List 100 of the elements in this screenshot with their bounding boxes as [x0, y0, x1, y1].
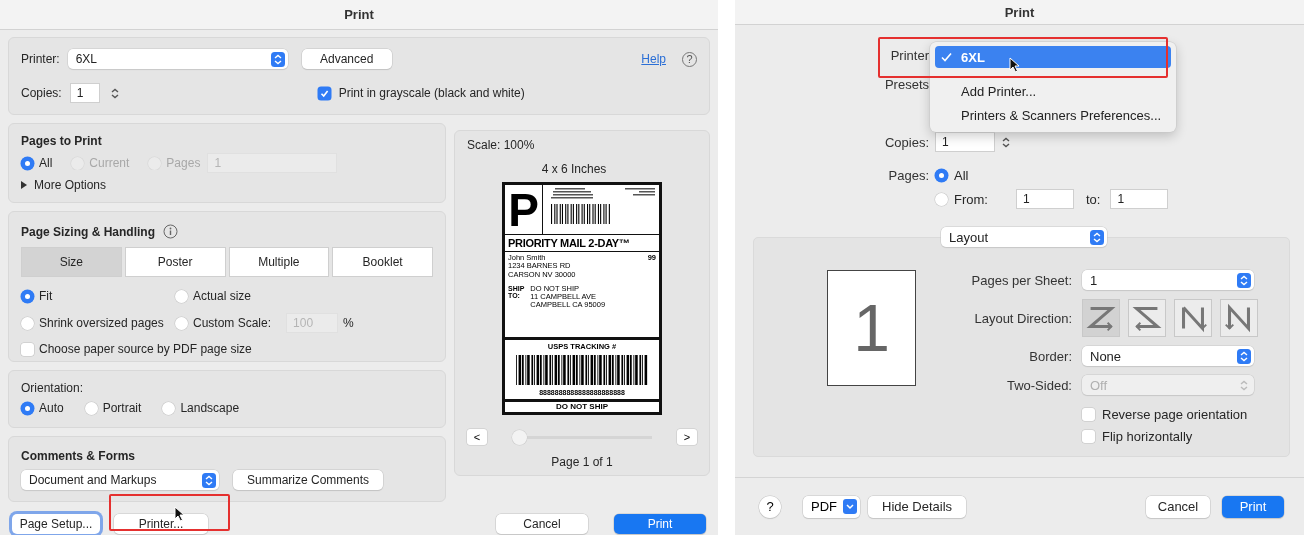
- layout-direction-button[interactable]: [1082, 299, 1120, 337]
- two-sided-label: Two-Sided:: [1005, 377, 1072, 393]
- copies-label: Copies:: [21, 86, 62, 100]
- paper-size-label: 4 x 6 Inches: [541, 162, 607, 176]
- scale-label: Scale: 100%: [467, 138, 535, 152]
- section-select[interactable]: Layout: [941, 227, 1107, 247]
- checkbox[interactable]: [1082, 408, 1095, 421]
- menu-item[interactable]: Printers & Scanners Preferences...: [935, 104, 1171, 126]
- radio-button[interactable]: [175, 289, 188, 303]
- slider-thumb[interactable]: [512, 429, 527, 445]
- layout-direction-button[interactable]: [1174, 299, 1212, 337]
- pages-per-sheet-label: Pages per Sheet:: [970, 272, 1072, 288]
- radio-label: All: [39, 156, 53, 170]
- help-link[interactable]: Help: [641, 52, 666, 66]
- cursor-icon: [1009, 57, 1020, 73]
- radio-button[interactable]: [935, 169, 948, 182]
- more-options-label: More Options: [34, 178, 107, 192]
- radio-label: Fit: [39, 289, 53, 303]
- radio-button[interactable]: [21, 401, 34, 415]
- checkbox-label: Reverse page orientation: [1102, 407, 1248, 422]
- hide-details-button[interactable]: Hide Details: [868, 495, 967, 518]
- info-icon[interactable]: [163, 224, 178, 239]
- copies-label: Copies:: [883, 134, 929, 150]
- presets-label: Presets: [883, 77, 929, 92]
- sizing-tab[interactable]: Multiple: [228, 247, 330, 277]
- radio-button[interactable]: [935, 192, 948, 206]
- checkbox-label: Print in grayscale (black and white): [338, 86, 525, 100]
- radio-button[interactable]: [162, 401, 176, 415]
- radio-label: All: [954, 168, 969, 183]
- section-heading: Page Sizing & Handling: [21, 224, 155, 239]
- radio-label: Shrink oversized pages: [39, 316, 164, 330]
- layout-direction-button[interactable]: [1128, 299, 1166, 337]
- radio-label: Landscape: [180, 401, 240, 415]
- radio-label: Custom Scale:: [193, 316, 272, 330]
- stepper-icon: [1237, 272, 1251, 288]
- next-page-button[interactable]: >: [677, 429, 697, 445]
- comments-select[interactable]: Document and Markups: [21, 470, 219, 490]
- checkbox[interactable]: [317, 86, 331, 100]
- disclosure-triangle-icon[interactable]: [21, 181, 27, 189]
- print-button[interactable]: Print: [614, 514, 706, 534]
- radio-label: Actual size: [193, 289, 252, 303]
- sizing-tab[interactable]: Booklet: [332, 247, 433, 277]
- sizing-tab[interactable]: Poster: [124, 247, 226, 277]
- barcode-drawing: [551, 204, 611, 224]
- checkbox[interactable]: [1082, 430, 1095, 443]
- menu-item[interactable]: 6XL: [935, 46, 1171, 68]
- pages-per-sheet-select[interactable]: 1: [1082, 270, 1254, 290]
- radio-label: Portrait: [102, 401, 142, 415]
- radio-button[interactable]: [21, 156, 34, 170]
- radio-label: Auto: [39, 401, 64, 415]
- cancel-button[interactable]: Cancel: [1146, 495, 1210, 518]
- label-mark: P: [505, 185, 543, 234]
- advanced-button[interactable]: Advanced: [301, 49, 392, 69]
- radio-button[interactable]: [21, 316, 34, 330]
- pages-label: Pages:: [887, 168, 929, 183]
- copies-field[interactable]: 1: [935, 132, 995, 152]
- radio-label: Pages: [166, 156, 201, 170]
- radio-button[interactable]: [21, 289, 34, 303]
- checkbox-label: Flip horizontally: [1102, 429, 1193, 444]
- percent-label: %: [343, 316, 354, 330]
- section-heading: Pages to Print: [21, 134, 103, 148]
- radio-button[interactable]: [84, 401, 98, 415]
- window-title: Print: [1004, 4, 1035, 20]
- border-select[interactable]: None: [1082, 346, 1254, 366]
- printer-select[interactable]: 6XL: [67, 49, 288, 69]
- radio-label: From:: [954, 191, 989, 207]
- printer-label: Printer: [889, 48, 929, 63]
- stepper-icon: [1090, 229, 1104, 245]
- page-indicator: Page 1 of 1: [551, 455, 613, 469]
- from-field[interactable]: 1: [1016, 189, 1074, 209]
- to-label: to:: [1086, 191, 1101, 207]
- summarize-comments-button[interactable]: Summarize Comments: [233, 470, 384, 490]
- checkmark-icon: [941, 52, 952, 62]
- section-heading: Comments & Forms: [21, 449, 137, 463]
- sizing-tab[interactable]: Size: [21, 247, 122, 277]
- orientation-label: Orientation:: [21, 381, 85, 395]
- radio-label: Current: [89, 156, 130, 170]
- pdf-button[interactable]: PDF: [803, 495, 860, 518]
- chevron-down-icon: [843, 499, 857, 514]
- menu-item[interactable]: Add Printer...: [935, 80, 1171, 102]
- service-title: PRIORITY MAIL 2-DAY™: [505, 235, 659, 252]
- help-button[interactable]: ?: [759, 495, 781, 518]
- printer-label: Printer:: [21, 52, 60, 66]
- checkbox[interactable]: [21, 342, 34, 356]
- cancel-button[interactable]: Cancel: [496, 514, 588, 534]
- stepper-icon: [1237, 348, 1251, 364]
- radio-button[interactable]: [175, 316, 188, 330]
- copies-field[interactable]: 1: [69, 83, 100, 103]
- window-title: Print: [344, 7, 374, 22]
- layout-direction-button[interactable]: [1220, 299, 1258, 337]
- page-layout-preview: 1: [827, 270, 916, 386]
- layout-direction-label: Layout Direction:: [973, 310, 1072, 326]
- page-setup-button[interactable]: Page Setup...: [12, 514, 100, 534]
- stepper-icon: [202, 472, 216, 488]
- print-button[interactable]: Print: [1222, 495, 1284, 518]
- stepper-icon: [270, 51, 285, 67]
- to-field[interactable]: 1: [1110, 189, 1169, 209]
- previous-page-button[interactable]: <: [467, 429, 487, 445]
- checkbox-label: Choose paper source by PDF page size: [39, 342, 252, 356]
- label-footer: DO NOT SHIP: [556, 402, 608, 412]
